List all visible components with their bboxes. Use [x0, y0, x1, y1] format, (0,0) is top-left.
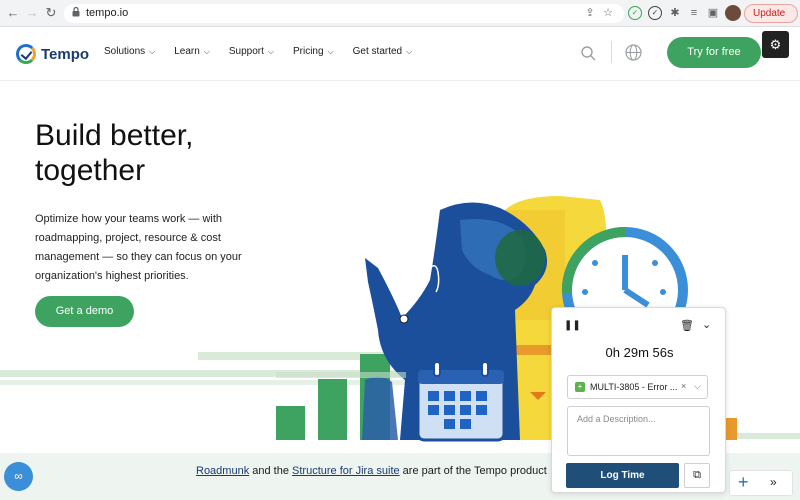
tempo-logo-icon	[16, 44, 36, 64]
url-text: tempo.io	[86, 7, 129, 19]
nav-label: Learn	[174, 46, 200, 57]
chat-widget-icon[interactable]: ∞	[4, 462, 33, 491]
plus-icon[interactable]: +	[738, 472, 749, 493]
update-button[interactable]: Update	[744, 4, 798, 23]
logo-text: Tempo	[41, 45, 90, 63]
chevron-down-icon: ⌵	[327, 46, 334, 56]
nav-learn[interactable]: Learn ⌵	[174, 46, 210, 57]
footer-text-1: and the	[249, 465, 293, 477]
nav-get-started[interactable]: Get started ⌵	[353, 46, 413, 57]
profile-avatar[interactable]	[725, 5, 741, 21]
chevron-down-icon[interactable]: ⌵	[694, 381, 701, 392]
issue-select-value: MULTI-3805 - Error ...	[590, 382, 678, 392]
chevron-down-icon: ⌵	[267, 46, 274, 56]
main-nav: Solutions ⌵ Learn ⌵ Support ⌵ Pricing ⌵ Get …	[104, 46, 431, 57]
issue-select[interactable]: + MULTI-3805 - Error ... × ⌵	[567, 375, 708, 399]
forward-icon[interactable]: →	[25, 6, 39, 20]
extension-green-check-icon[interactable]: ✓	[628, 6, 642, 20]
tempo-logo[interactable]: Tempo	[16, 43, 89, 65]
nav-label: Pricing	[292, 46, 324, 57]
collapse-chevrons-icon[interactable]: ⌄	[702, 318, 711, 331]
description-input[interactable]: Add a Description...	[567, 406, 710, 456]
back-icon[interactable]: ←	[6, 6, 20, 20]
reading-list-icon[interactable]: ≡	[687, 6, 701, 20]
roadmunk-link[interactable]: Roadmunk	[196, 465, 249, 477]
nav-label: Get started	[352, 46, 403, 57]
story-type-icon: +	[575, 382, 585, 392]
share-icon[interactable]: ⇪	[584, 7, 596, 19]
nav-pricing[interactable]: Pricing ⌵	[293, 46, 334, 57]
extension-check-icon[interactable]: ✓	[648, 6, 662, 20]
nav-label: Solutions	[104, 46, 146, 57]
hero-title: Build better, together	[35, 119, 194, 187]
chevron-down-icon: ⌵	[203, 46, 210, 56]
trash-icon[interactable]: 🗑	[680, 319, 694, 332]
chevron-down-icon: ⌵	[149, 46, 156, 56]
lock-icon	[72, 7, 80, 17]
chevron-down-icon: ⌵	[406, 46, 413, 56]
nav-support[interactable]: Support ⌵	[229, 46, 274, 57]
structure-for-jira-link[interactable]: Structure for Jira suite	[292, 465, 400, 477]
reload-icon[interactable]: ↻	[44, 6, 58, 20]
side-panel-icon[interactable]: ▣	[706, 6, 720, 20]
address-bar[interactable]: tempo.io ⇪ ☆	[64, 4, 624, 23]
floating-toolbar: + »	[729, 470, 793, 496]
time-tracker-widget: ❚❚ 🗑 ⌄ 0h 29m 56s + MULTI-3805 - Error .…	[551, 307, 726, 493]
bookmark-star-icon[interactable]: ☆	[602, 7, 614, 19]
footer-notice: Roadmunk and the Structure for Jira suit…	[196, 465, 547, 477]
open-external-icon[interactable]: ⧉	[684, 463, 710, 488]
expand-chevrons-icon[interactable]: »	[770, 475, 777, 489]
log-time-button[interactable]: Log Time	[566, 463, 679, 488]
nav-solutions[interactable]: Solutions ⌵	[104, 46, 155, 57]
extensions-puzzle-icon[interactable]: ✱	[668, 6, 682, 20]
search-icon[interactable]	[581, 46, 596, 61]
browser-toolbar: ← → ↻ tempo.io ⇪ ☆ ✓ ✓ ✱ ≡ ▣ Update	[0, 0, 800, 27]
header-divider	[611, 41, 612, 63]
globe-icon[interactable]	[625, 44, 642, 61]
elapsed-time: 0h 29m 56s	[605, 345, 674, 360]
try-for-free-button[interactable]: Try for free	[667, 37, 761, 68]
nav-label: Support	[228, 46, 264, 57]
hubspot-icon[interactable]: ⚙	[762, 31, 789, 58]
footer-text-2: are part of the Tempo product	[399, 465, 547, 477]
pause-icon[interactable]: ❚❚	[564, 320, 581, 331]
clear-icon[interactable]: ×	[681, 381, 686, 391]
